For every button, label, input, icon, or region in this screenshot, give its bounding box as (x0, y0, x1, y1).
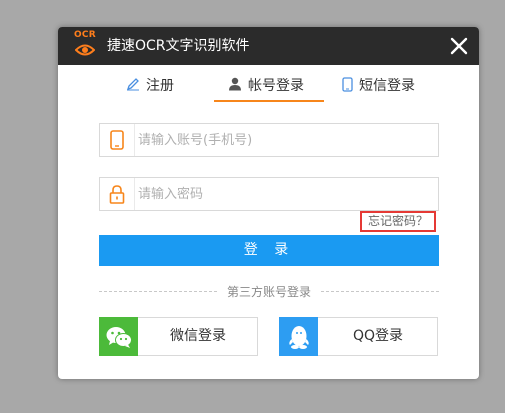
forgot-password-link[interactable]: 忘记密码？ (360, 211, 436, 232)
eye-icon (75, 44, 95, 56)
user-icon (229, 77, 241, 91)
app-logo: OCR (72, 30, 98, 62)
wechat-login-label: 微信登录 (170, 328, 226, 344)
account-input[interactable] (138, 124, 434, 156)
qq-penguin-icon (279, 317, 318, 356)
qq-login-button[interactable]: QQ登录 (279, 317, 438, 356)
tab-register-label: 注册 (146, 78, 174, 94)
titlebar: OCR 捷速OCR文字识别软件 (58, 27, 479, 65)
window-title: 捷速OCR文字识别软件 (107, 38, 250, 54)
pencil-icon (126, 78, 139, 91)
third-party-label: 第三方账号登录 (227, 284, 312, 299)
field-separator (134, 178, 135, 210)
login-dialog: OCR 捷速OCR文字识别软件 注册 帐号登录 短信登录 请输入账号(手机号) … (58, 27, 479, 379)
lock-icon (100, 178, 134, 210)
divider-line (99, 290, 217, 292)
wechat-login-button[interactable]: 微信登录 (99, 317, 258, 356)
tab-sms-login-label: 短信登录 (359, 78, 415, 94)
account-field (99, 123, 439, 157)
login-button[interactable]: 登 录 (99, 235, 439, 266)
field-separator (134, 124, 135, 156)
third-party-divider: 第三方账号登录 (99, 283, 440, 299)
password-input[interactable] (138, 178, 434, 210)
phone-icon (100, 124, 134, 156)
phone-icon (342, 77, 353, 92)
wechat-icon (99, 317, 138, 356)
tab-account-login-label: 帐号登录 (248, 78, 304, 94)
qq-login-label: QQ登录 (352, 328, 404, 344)
logo-text: OCR (73, 30, 97, 40)
password-field (99, 177, 439, 211)
tab-account-login[interactable]: 帐号登录 (214, 75, 324, 102)
close-icon[interactable] (447, 34, 471, 58)
tab-sms-login[interactable]: 短信登录 (342, 75, 415, 102)
login-tabs: 注册 帐号登录 短信登录 (58, 65, 479, 102)
tab-register[interactable]: 注册 (126, 75, 174, 102)
divider-line (321, 290, 440, 292)
close-button[interactable] (447, 34, 471, 58)
